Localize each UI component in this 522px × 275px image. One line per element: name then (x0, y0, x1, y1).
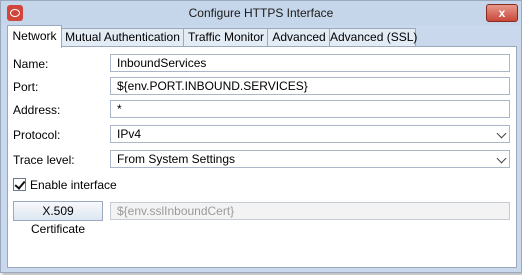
address-label: Address: (13, 103, 61, 117)
tab-advanced-ssl[interactable]: Advanced (SSL) (329, 28, 417, 47)
port-label: Port: (13, 80, 39, 94)
trace-level-value: From System Settings (117, 152, 236, 166)
tab-bar: Network Mutual Authentication Traffic Mo… (7, 25, 517, 48)
title-bar: Configure HTTPS Interface x (1, 1, 521, 25)
trace-level-select[interactable]: From System Settings (110, 150, 510, 168)
address-input[interactable]: * (110, 100, 510, 118)
x509-certificate-button[interactable]: X.509 Certificate (13, 201, 103, 236)
name-label: Name: (13, 57, 49, 71)
enable-interface-label: Enable interface (30, 178, 117, 192)
close-button[interactable]: x (486, 4, 518, 22)
enable-interface-checkbox[interactable] (13, 178, 26, 191)
tab-mutual-authentication[interactable]: Mutual Authentication (60, 28, 185, 47)
network-panel: Name: InboundServices Port: ${env.PORT.I… (7, 46, 517, 268)
tab-network[interactable]: Network (7, 25, 62, 48)
tab-traffic-monitor[interactable]: Traffic Monitor (183, 28, 269, 47)
trace-level-label: Trace level: (13, 153, 75, 167)
protocol-select[interactable]: IPv4 (110, 125, 510, 143)
window-title: Configure HTTPS Interface (188, 6, 334, 20)
name-input[interactable]: InboundServices (110, 54, 510, 72)
protocol-label: Protocol: (13, 128, 61, 142)
certificate-field: ${env.sslInboundCert} (110, 202, 510, 220)
protocol-value: IPv4 (117, 127, 142, 141)
tab-advanced[interactable]: Advanced (267, 28, 331, 47)
configure-https-dialog: Configure HTTPS Interface x Network Mutu… (0, 0, 522, 273)
chevron-down-icon (496, 153, 507, 164)
port-input[interactable]: ${env.PORT.INBOUND.SERVICES} (110, 77, 510, 95)
chevron-down-icon (496, 128, 507, 139)
